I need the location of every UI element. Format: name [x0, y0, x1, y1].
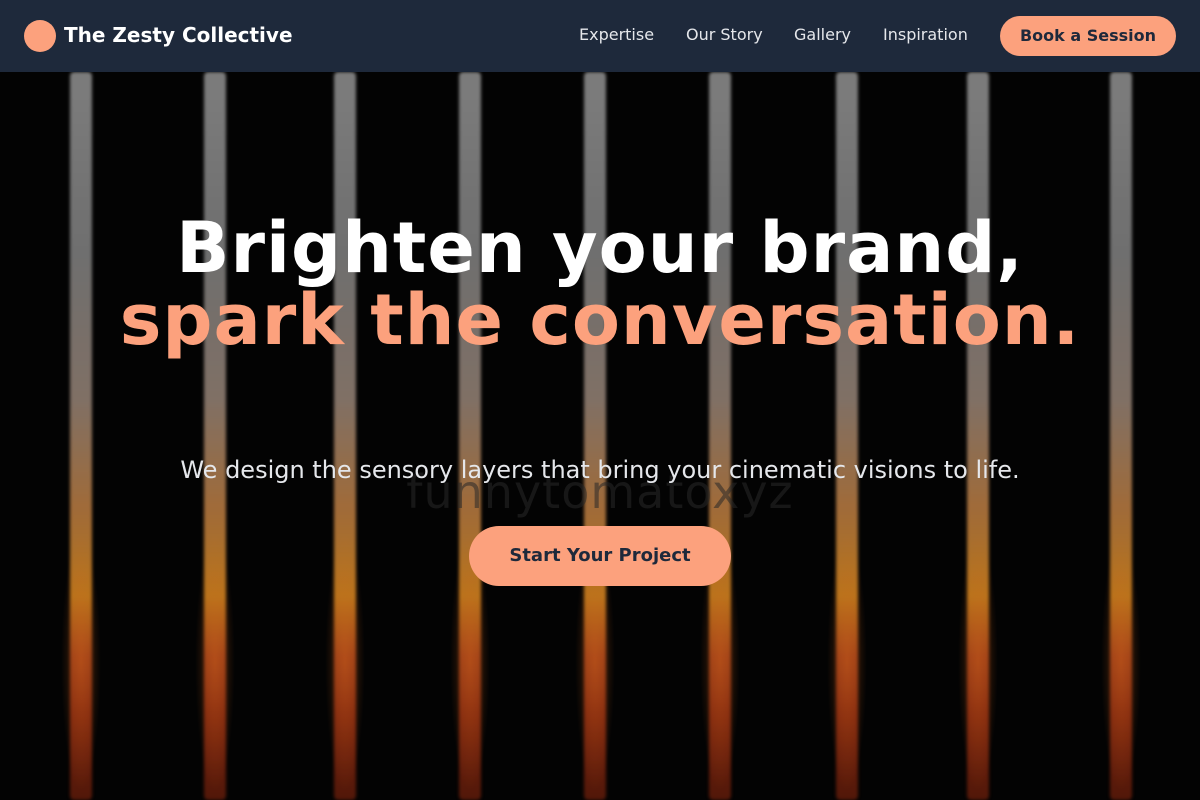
- nav-link-inspiration[interactable]: Inspiration: [883, 24, 968, 46]
- nav-link-gallery[interactable]: Gallery: [794, 24, 851, 46]
- start-project-button[interactable]: Start Your Project: [469, 526, 731, 586]
- hero-subheadline: We design the sensory layers that bring …: [180, 456, 1020, 484]
- headline-line-accent: spark the conversation.: [119, 279, 1081, 361]
- headline-line-white: Brighten your brand,: [176, 207, 1024, 289]
- navigation-bar: The Zesty Collective Expertise Our Story…: [0, 0, 1200, 72]
- hero-headline: Brighten your brand, spark the conversat…: [100, 212, 1100, 356]
- nav-link-our-story[interactable]: Our Story: [686, 24, 763, 46]
- nav-link-expertise[interactable]: Expertise: [579, 24, 654, 46]
- landing-page: funnytomatoxyz The Zesty Collective Expe…: [0, 0, 1200, 800]
- book-session-button[interactable]: Book a Session: [1000, 16, 1176, 56]
- hero-section: Brighten your brand, spark the conversat…: [0, 72, 1200, 800]
